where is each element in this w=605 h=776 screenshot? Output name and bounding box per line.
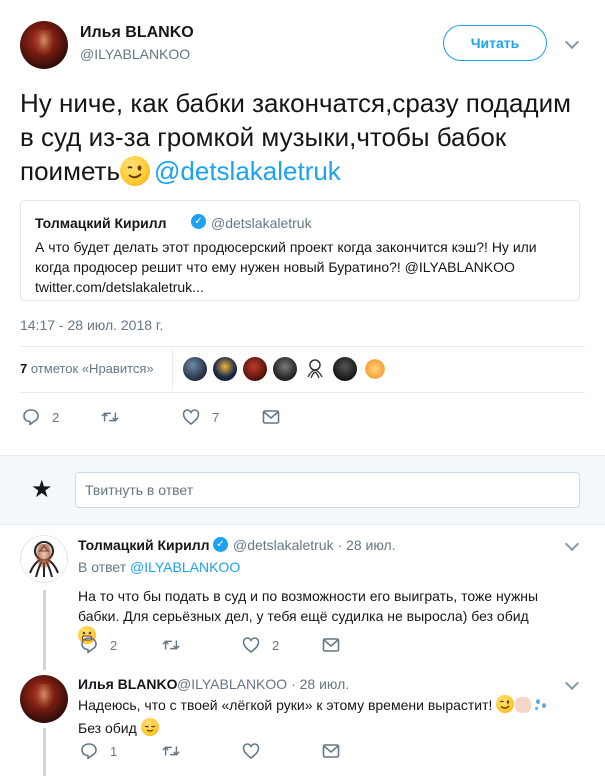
envelope-icon <box>322 636 340 654</box>
dm-action[interactable] <box>262 408 280 426</box>
reply-count: 2 <box>110 637 118 653</box>
retweet-icon <box>101 408 119 426</box>
tweet-mention-link[interactable]: @detslakaletruk <box>154 156 341 186</box>
like-action[interactable]: 2 <box>242 636 279 654</box>
retweet-icon <box>162 742 180 760</box>
winking-face-icon <box>120 156 150 186</box>
liker-avatar[interactable] <box>213 357 237 381</box>
reply-to-label: В ответ <box>78 559 127 575</box>
like-action[interactable] <box>242 742 272 760</box>
envelope-icon <box>322 742 340 760</box>
reply-icon <box>80 636 98 654</box>
reply-input[interactable]: Твитнуть в ответ <box>75 472 580 508</box>
retweet-action[interactable] <box>162 742 192 760</box>
retweet-action[interactable] <box>101 408 131 426</box>
reply-text-line2: Без обид <box>78 720 137 736</box>
retweet-action[interactable] <box>162 636 192 654</box>
follow-button[interactable]: Читать <box>443 25 547 61</box>
heart-icon <box>242 742 260 760</box>
liker-avatar[interactable] <box>183 357 207 381</box>
author-name[interactable]: Илья BLANKO <box>80 24 194 42</box>
envelope-icon <box>262 408 280 426</box>
likes-separator <box>172 348 173 390</box>
reply-meta[interactable]: @ILYABLANKOO · 28 июл. <box>177 676 349 692</box>
chevron-down-icon[interactable] <box>564 675 580 691</box>
heart-icon <box>242 636 260 654</box>
like-count: 7 <box>212 409 220 425</box>
reply-author-name[interactable]: Илья BLANKO <box>78 676 178 692</box>
reply-action[interactable]: 2 <box>80 636 117 654</box>
reply-text-body: На то что бы подать в суд и по возможнос… <box>78 588 539 624</box>
reply-icon <box>80 742 98 760</box>
liker-avatar[interactable] <box>363 357 387 381</box>
like-count: 2 <box>272 637 280 653</box>
tweet-timestamp[interactable]: 14:17 - 28 июл. 2018 г. <box>20 317 163 333</box>
author-handle[interactable]: @ILYABLANKOO <box>80 46 190 62</box>
reply-author-name[interactable]: Толмацкий Кирилл <box>78 537 210 553</box>
reply-text: На то что бы подать в суд и по возможнос… <box>78 586 548 646</box>
verified-badge-icon: ✓ <box>191 214 206 229</box>
reply-action[interactable]: 2 <box>22 408 59 426</box>
like-action[interactable]: 7 <box>182 408 219 426</box>
author-avatar[interactable] <box>20 21 68 69</box>
tweet-text: Ну ниче, как бабки закончатся,сразу пода… <box>20 86 590 188</box>
reply-text-line1: Надеюсь, что с твоей «лёгкой руки» к это… <box>78 697 493 713</box>
divider <box>20 392 585 393</box>
thread-line <box>43 590 46 670</box>
reply-author-avatar[interactable] <box>20 535 68 583</box>
reply-text: Надеюсь, что с твоей «лёгкой руки» к это… <box>78 695 568 738</box>
reply-count: 1 <box>110 743 118 759</box>
verified-badge-icon: ✓ <box>213 537 228 552</box>
thread-line <box>43 728 46 776</box>
reply-meta[interactable]: @detslakaletruk · 28 июл. <box>233 537 396 553</box>
reply-to-line: В ответ @ILYABLANKOO <box>78 559 240 575</box>
chevron-down-icon[interactable] <box>564 34 580 50</box>
liker-avatar[interactable] <box>303 357 327 381</box>
splash-icon <box>532 697 550 718</box>
reply-action[interactable]: 1 <box>80 742 117 760</box>
relieved-face-icon <box>140 718 159 736</box>
star-icon: ★ <box>31 476 53 503</box>
likes-summary[interactable]: 7 отметок «Нравится» <box>20 361 154 376</box>
heart-icon <box>182 408 200 426</box>
quoted-author-handle: @detslakaletruk <box>211 215 312 231</box>
dm-action[interactable] <box>322 742 340 760</box>
dm-action[interactable] <box>322 636 340 654</box>
reply-composer: ★ Твитнуть в ответ <box>0 455 605 525</box>
reply-icon <box>22 408 40 426</box>
divider <box>20 346 585 347</box>
liker-avatar[interactable] <box>243 357 267 381</box>
fist-icon <box>515 697 532 713</box>
reply-to-mention-link[interactable]: @ILYABLANKOO <box>130 559 240 575</box>
winking-face-icon <box>496 695 515 713</box>
likes-label: отметок «Нравится» <box>30 361 154 376</box>
reply-count: 2 <box>52 409 60 425</box>
likes-count: 7 <box>20 361 28 376</box>
chevron-down-icon[interactable] <box>564 536 580 552</box>
quoted-tweet[interactable]: Толмацкий Кирилл ✓ @detslakaletruk А что… <box>20 200 580 301</box>
quoted-tweet-text: А что будет делать этот продюсерский про… <box>35 239 537 295</box>
liker-avatar[interactable] <box>333 357 357 381</box>
retweet-icon <box>162 636 180 654</box>
quoted-author-name: Толмацкий Кирилл <box>35 215 167 231</box>
reply-author-avatar[interactable] <box>20 675 68 723</box>
liker-avatar[interactable] <box>273 357 297 381</box>
